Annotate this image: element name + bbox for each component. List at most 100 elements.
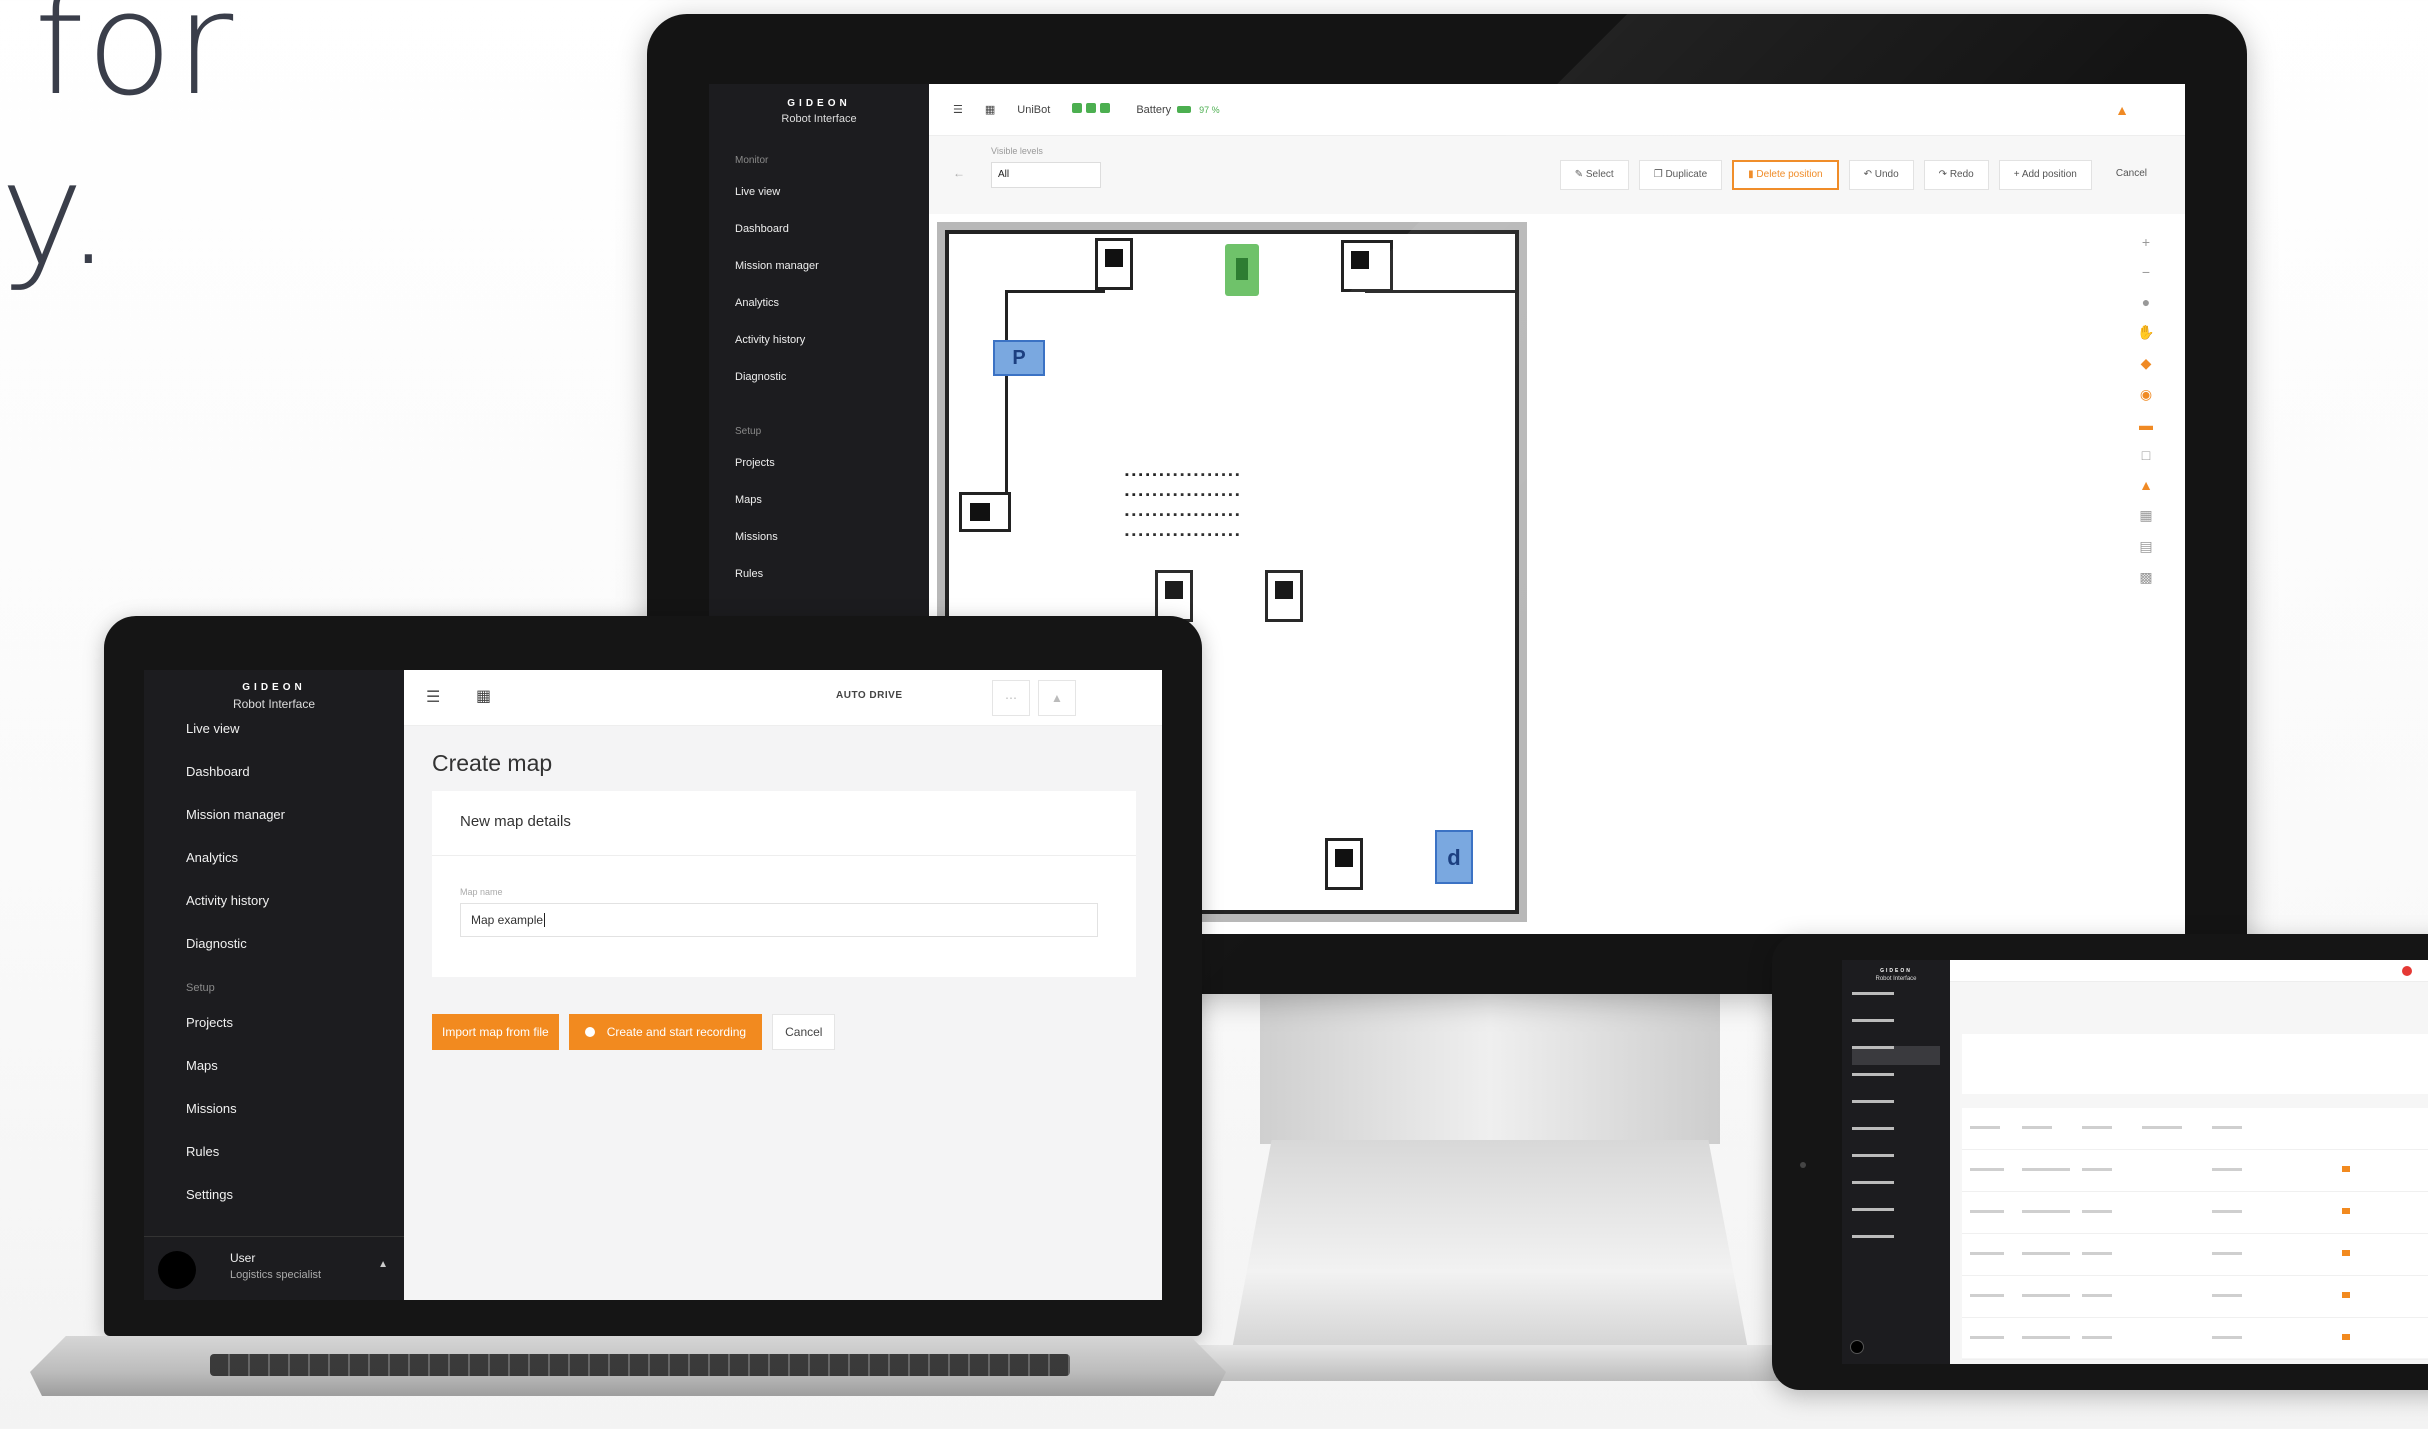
location-pin-icon[interactable]: ◉	[2140, 386, 2152, 403]
robot-icon[interactable]: ▦	[985, 103, 995, 116]
create-and-record-button[interactable]: Create and start recording	[568, 1014, 763, 1050]
charging-station-marker[interactable]	[1225, 244, 1259, 296]
sidebar-item-rules[interactable]: Rules	[709, 556, 929, 593]
sidebar-item-projects[interactable]: Projects	[709, 445, 929, 482]
sidebar-item-rules[interactable]: Rules	[144, 1130, 404, 1173]
sidebar-item-activity-history[interactable]: Activity history	[709, 322, 929, 359]
sidebar-item[interactable]	[1852, 992, 1940, 1011]
sidebar-item-dashboard[interactable]: Dashboard	[144, 750, 404, 793]
delete-position-button[interactable]: ▮ Delete position	[1732, 160, 1839, 190]
brand-subtitle: Robot Interface	[781, 113, 857, 125]
sidebar-item-settings[interactable]: Settings	[144, 1173, 404, 1216]
laptop-keyboard	[210, 1354, 1070, 1376]
sidebar-item-mission-manager[interactable]: Mission manager	[144, 793, 404, 836]
add-position-label: Add position	[2021, 169, 2077, 180]
sidebar-item[interactable]	[1852, 1019, 1940, 1038]
station-marker[interactable]	[1155, 570, 1193, 622]
menu-icon[interactable]: ☰	[426, 687, 440, 707]
tablet-topbar	[1950, 960, 2428, 982]
sidebar-item-maps[interactable]: Maps	[709, 482, 929, 519]
drop-marker[interactable]: d	[1435, 830, 1473, 884]
station-marker[interactable]	[1341, 240, 1393, 292]
add-position-button[interactable]: + Add position	[1998, 160, 2092, 190]
robot-icon[interactable]: ▦	[476, 686, 491, 706]
laptop: GIDEON Robot Interface Live view Dashboa…	[104, 616, 1202, 1336]
headline: for y.	[0, 0, 235, 300]
parking-marker[interactable]: P	[993, 340, 1045, 376]
create-and-record-label: Create and start recording	[606, 1025, 747, 1039]
sidebar-item-diagnostic[interactable]: Diagnostic	[144, 922, 404, 965]
sidebar-item-projects[interactable]: Projects	[144, 1001, 404, 1044]
sidebar-item[interactable]	[1852, 1100, 1940, 1119]
rectangle-icon[interactable]: □	[2142, 447, 2150, 463]
user-name: User	[230, 1251, 256, 1265]
sidebar-item-mission-manager[interactable]: Mission manager	[709, 248, 929, 285]
station-marker[interactable]	[1265, 570, 1303, 622]
sidebar-item-live-view[interactable]: Live view	[709, 174, 929, 211]
cancel-button[interactable]: Cancel	[772, 1014, 836, 1050]
robot-name[interactable]: UniBot	[1017, 104, 1050, 116]
sidebar-item[interactable]	[1852, 1127, 1940, 1146]
tablet-screen: GIDEON Robot Interface	[1842, 960, 2428, 1364]
sidebar-item-active[interactable]	[1852, 1046, 1940, 1065]
sidebar-item[interactable]	[1852, 1208, 1940, 1227]
table-row[interactable]	[1962, 1318, 2428, 1360]
select-button-label: Select	[1585, 169, 1614, 180]
sidebar-item[interactable]	[1852, 1235, 1940, 1254]
back-arrow-icon[interactable]: ←	[953, 166, 965, 180]
cancel-button[interactable]: Cancel	[2102, 160, 2161, 190]
sidebar-item-missions[interactable]: Missions	[709, 519, 929, 556]
divider	[432, 855, 1136, 856]
sidebar-item-analytics[interactable]: Analytics	[144, 836, 404, 879]
zoom-out-icon[interactable]: −	[2142, 264, 2150, 280]
headline-line-1: for	[34, 0, 236, 127]
station-marker[interactable]	[1095, 238, 1133, 290]
pan-icon[interactable]: ✋	[2137, 324, 2154, 341]
compass-icon[interactable]: ●	[2142, 294, 2150, 310]
table-row[interactable]	[1962, 1150, 2428, 1192]
map-name-input[interactable]: Map example	[460, 903, 1098, 937]
ruler-icon[interactable]: ▤	[2139, 538, 2152, 555]
battery-indicator: 97 %	[1177, 105, 1220, 115]
sidebar-item-diagnostic[interactable]: Diagnostic	[709, 359, 929, 396]
chevron-up-icon[interactable]: ▲	[378, 1259, 388, 1270]
sidebar-item-missions[interactable]: Missions	[144, 1087, 404, 1130]
select-button[interactable]: ✎ Select	[1559, 160, 1629, 190]
user-profile[interactable]: User Logistics specialist ▲	[144, 1236, 404, 1300]
form-actions: Import map from file Create and start re…	[432, 1014, 836, 1050]
cone-icon[interactable]: ▲	[2139, 477, 2153, 493]
more-icon[interactable]: ⋯	[992, 680, 1030, 716]
sidebar-item-dashboard[interactable]: Dashboard	[709, 211, 929, 248]
grid-icon[interactable]: ▦	[2139, 507, 2152, 524]
undo-button[interactable]: ↶ Undo	[1848, 160, 1914, 190]
trash-icon[interactable]: ▩	[2139, 569, 2152, 586]
bell-icon[interactable]: ▲	[1038, 680, 1076, 716]
map-name-value: Map example	[471, 913, 544, 927]
battery-value: 97 %	[1199, 104, 1220, 115]
battery-icon	[1177, 106, 1192, 113]
card-title: New map details	[460, 813, 571, 830]
visible-levels-select[interactable]: All	[991, 162, 1101, 188]
import-map-button[interactable]: Import map from file	[432, 1014, 559, 1050]
avatar[interactable]	[1850, 1340, 1864, 1354]
menu-icon[interactable]: ☰	[953, 103, 963, 116]
sidebar-item[interactable]	[1852, 1073, 1940, 1092]
layers-icon[interactable]: ◆	[2141, 355, 2152, 372]
table-row[interactable]	[1962, 1276, 2428, 1318]
table-row[interactable]	[1962, 1234, 2428, 1276]
sidebar-item-maps[interactable]: Maps	[144, 1044, 404, 1087]
bell-icon[interactable]: ▲	[2115, 102, 2129, 118]
brand-subtitle: Robot Interface	[1875, 976, 1917, 982]
duplicate-button[interactable]: ❐ Duplicate	[1638, 160, 1723, 190]
sidebar-item[interactable]	[1852, 1154, 1940, 1173]
table-row[interactable]	[1962, 1192, 2428, 1234]
station-marker[interactable]	[959, 492, 1011, 532]
sidebar-item[interactable]	[1852, 1181, 1940, 1200]
sidebar-item-activity-history[interactable]: Activity history	[144, 879, 404, 922]
redo-button[interactable]: ↷ Redo	[1923, 160, 1989, 190]
zoom-in-icon[interactable]: +	[2142, 234, 2150, 250]
zone-icon[interactable]: ▬	[2139, 417, 2153, 433]
sidebar-item-live-view[interactable]: Live view	[144, 707, 404, 750]
sidebar-item-analytics[interactable]: Analytics	[709, 285, 929, 322]
station-marker[interactable]	[1325, 838, 1363, 890]
